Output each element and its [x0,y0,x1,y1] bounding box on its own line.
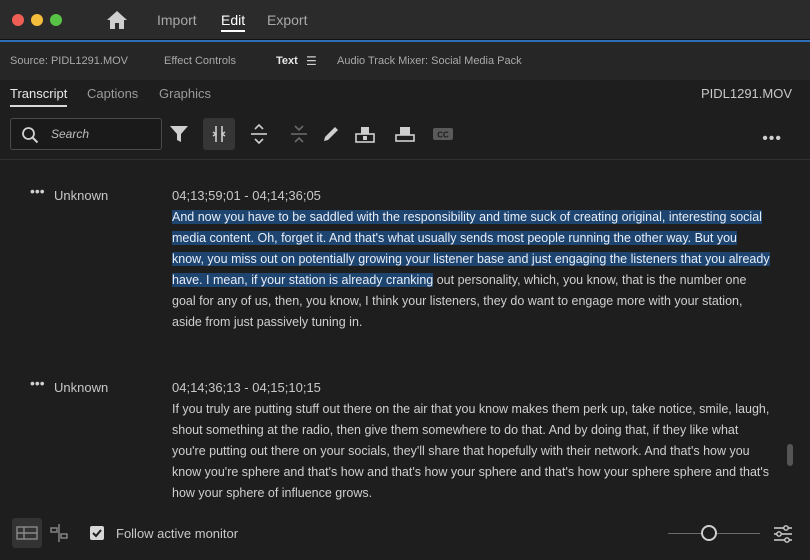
search-icon [22,127,39,144]
source-view-icon[interactable] [48,522,70,544]
split-segment-icon[interactable] [248,123,270,145]
merge-segments-button[interactable] [203,118,235,150]
panel-tab-text[interactable]: Text [276,55,298,67]
captions-icon[interactable]: CC [432,123,454,145]
tab-graphics[interactable]: Graphics [159,86,211,101]
search-box[interactable] [10,118,162,150]
title-bar: Import Edit Export [0,0,810,40]
segment-text-rest[interactable]: If you truly are putting stuff out there… [172,402,769,500]
segment-speaker[interactable]: Unknown [54,188,108,203]
segment-text[interactable]: If you truly are putting stuff out there… [172,399,772,504]
nav-tab-import[interactable]: Import [157,12,197,28]
more-options-icon[interactable]: ••• [762,130,782,148]
zoom-slider-thumb[interactable] [701,525,718,541]
panel-tab-audio-track-mixer[interactable]: Audio Track Mixer: Social Media Pack [337,55,522,67]
sequence-view-button[interactable] [12,518,42,548]
close-window-button[interactable] [12,14,24,26]
transcript-list: ••• Unknown 04;13;59;01 - 04;14;36;05 An… [0,161,810,511]
insert-icon[interactable] [354,123,376,145]
scrollbar-thumb[interactable] [787,444,793,466]
home-icon[interactable] [106,10,128,30]
svg-text:CC: CC [437,131,449,140]
follow-active-monitor-label: Follow active monitor [116,526,239,541]
segment-timecode: 04;13;59;01 - 04;14;36;05 [172,188,321,203]
tab-captions[interactable]: Captions [87,86,138,101]
nav-tab-edit[interactable]: Edit [221,12,246,32]
segment-text[interactable]: And now you have to be saddled with the … [172,207,772,333]
sub-tab-bar: Transcript Captions Graphics PIDL1291.MO… [0,80,810,110]
panel-tab-bar: Source: PIDL1291.MOV Effect Controls Tex… [0,40,810,80]
pencil-icon[interactable] [320,123,342,145]
sliders-settings-icon[interactable] [772,523,794,545]
nav-tab-export[interactable]: Export [267,12,307,28]
search-input[interactable] [51,125,156,143]
sequence-view-icon [16,526,38,540]
minimize-window-button[interactable] [31,14,43,26]
clip-name: PIDL1291.MOV [700,86,792,101]
follow-active-monitor-checkbox[interactable] [90,526,104,540]
segment-timecode: 04;14;36;13 - 04;15;10;15 [172,380,321,395]
panel-tab-effect-controls[interactable]: Effect Controls [164,55,236,67]
zoom-window-button[interactable] [50,14,62,26]
merge-segments-icon [212,126,226,142]
tab-transcript[interactable]: Transcript [10,86,68,107]
transcript-toolbar: CC ••• [0,110,810,160]
segment-menu-icon[interactable]: ••• [30,376,45,390]
overwrite-icon[interactable] [394,123,416,145]
segment-speaker[interactable]: Unknown [54,380,108,395]
filter-icon[interactable] [168,123,190,145]
segment-menu-icon[interactable]: ••• [30,184,45,198]
panel-menu-icon[interactable]: ☰ [306,54,317,68]
checkmark-icon [92,529,102,538]
collapse-icon[interactable] [288,123,310,145]
transcript-footer: Follow active monitor [0,512,810,560]
panel-tab-source[interactable]: Source: PIDL1291.MOV [10,55,128,67]
